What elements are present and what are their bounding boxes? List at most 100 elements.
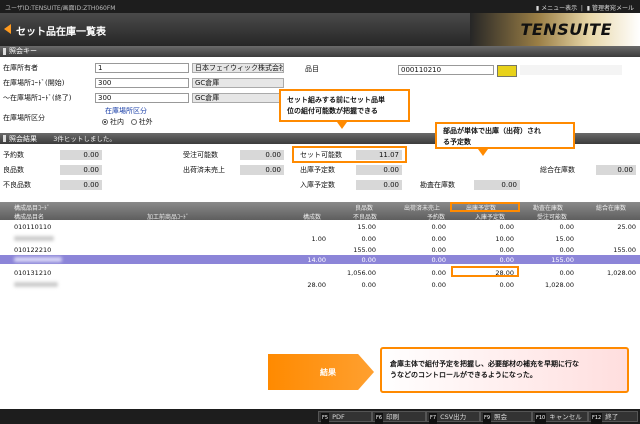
row3-juchu: 1,028.00 bbox=[545, 281, 574, 289]
pdf-label: PDF bbox=[332, 413, 345, 421]
loc-from-input[interactable]: 300 bbox=[95, 78, 189, 88]
callout-parts-line2: る予定数 bbox=[443, 138, 471, 146]
item-code-input[interactable]: 000110210 bbox=[398, 65, 494, 75]
result-arrow: 結果 bbox=[268, 354, 374, 390]
row3-nyuko: 0.00 bbox=[499, 281, 514, 289]
loc-to-input[interactable]: 300 bbox=[95, 93, 189, 103]
col-ryohin: 良品数 bbox=[355, 205, 374, 212]
row1-code: 010110110 bbox=[14, 223, 52, 231]
row3-name-blurred bbox=[14, 282, 58, 287]
section-icon bbox=[3, 135, 6, 142]
col-furyo: 不良品数 bbox=[353, 214, 378, 221]
back-arrow-icon[interactable] bbox=[4, 24, 11, 34]
result-section-title: 照会結果 bbox=[9, 135, 37, 143]
callout-parts: 部品が単体で出庫（出荷）され る予定数 bbox=[435, 122, 575, 149]
callout-set-line2: 位の組付可能数が把握できる bbox=[287, 107, 378, 115]
kando-value: 0.00 bbox=[474, 180, 520, 190]
row1-shukka: 0.00 bbox=[431, 223, 446, 231]
print-button[interactable]: F6 印刷 bbox=[372, 411, 426, 424]
mail-link[interactable]: 管理者宛メール bbox=[592, 5, 634, 12]
col-kando: 勘査在庫数 bbox=[533, 205, 564, 212]
row3-shukka: 0.00 bbox=[431, 269, 446, 277]
col-shukka: 出荷済未売上 bbox=[404, 205, 441, 212]
col-kousei: 構成数 bbox=[303, 214, 322, 221]
exit-button[interactable]: F12 終了 bbox=[588, 411, 638, 424]
col-code: 構成品目ｺｰﾄﾞ bbox=[14, 205, 51, 212]
csv-label: CSV出力 bbox=[440, 413, 467, 421]
result-line1: 倉庫主体で組付予定を把握し、必要部材の補充を早期に行な bbox=[390, 360, 579, 368]
row2-furyo: 0.00 bbox=[361, 256, 376, 264]
owner-code-input[interactable]: 1 bbox=[95, 63, 189, 73]
page-title: セット品在庫一覧表 bbox=[16, 27, 106, 38]
row1-nyuko: 10.00 bbox=[495, 235, 514, 243]
row1-juchu: 15.00 bbox=[555, 235, 574, 243]
loc-from-label: 在庫場所ｺｰﾄﾞ(開始) bbox=[3, 79, 65, 87]
row3-yoyaku: 0.00 bbox=[431, 281, 446, 289]
cancel-label: キャンセル bbox=[549, 413, 582, 421]
search-button[interactable]: F9 照会 bbox=[480, 411, 532, 424]
section-icon bbox=[3, 48, 6, 55]
radio-in[interactable] bbox=[102, 119, 108, 125]
row2-kousei: 14.00 bbox=[307, 256, 326, 264]
exit-label: 終了 bbox=[605, 413, 619, 421]
item-label: 品目 bbox=[305, 65, 319, 73]
row2-name-blurred bbox=[14, 257, 62, 262]
row2-juchu: 155.00 bbox=[551, 256, 574, 264]
row2-sogo: 155.00 bbox=[613, 246, 636, 254]
f7-key-badge: F7 bbox=[429, 413, 438, 424]
callout-set-arrow-icon bbox=[337, 122, 347, 129]
callout-set: セット組みする前にセット品単 位の組付可能数が把握できる bbox=[279, 89, 410, 122]
col-name: 構成品目名 bbox=[14, 214, 45, 221]
row3-sogo: 1,028.00 bbox=[607, 269, 636, 277]
ryohin-label: 良品数 bbox=[3, 166, 24, 174]
top-bar: ユーザID:TENSUITE/画面ID:ZTH060FM ▮ メニュー表示 | … bbox=[0, 0, 640, 13]
shuko-label: 出庫予定数 bbox=[300, 166, 335, 174]
row2-nyuko: 0.00 bbox=[499, 256, 514, 264]
shuko-header-highlight bbox=[450, 202, 520, 212]
item-search-icon[interactable] bbox=[497, 65, 517, 77]
row3-kousei: 28.00 bbox=[307, 281, 326, 289]
row2-kando: 0.00 bbox=[559, 246, 574, 254]
logo-text: TENSUITE bbox=[520, 20, 612, 39]
callout-set-line1: セット組みする前にセット品単 bbox=[287, 96, 385, 104]
topbar-links: ▮ メニュー表示 | ▮ 管理者宛メール bbox=[535, 5, 634, 12]
loc-to-label: 〜在庫場所ｺｰﾄﾞ(終了) bbox=[3, 94, 72, 102]
radio-out[interactable] bbox=[130, 119, 137, 125]
shuko-value: 0.00 bbox=[356, 165, 402, 175]
row1-name-blurred bbox=[14, 236, 54, 241]
radio-in-label: 社内 bbox=[110, 118, 124, 126]
row3-furyo: 0.00 bbox=[361, 281, 376, 289]
row1-furyo: 0.00 bbox=[361, 235, 376, 243]
callout-parts-line1: 部品が単体で出庫（出荷）され bbox=[443, 127, 541, 135]
row2-ryohin: 155.00 bbox=[353, 246, 376, 254]
f10-key-badge: F10 bbox=[535, 413, 547, 424]
col-yoyaku: 予約数 bbox=[427, 214, 446, 221]
search-section-title: 照会キー bbox=[9, 47, 37, 55]
row1-kousei: 1.00 bbox=[311, 235, 326, 243]
function-key-bar: F5 PDF F6 印刷 F7 CSV出力 F9 照会 F10 キャンセル F12 終了 bbox=[0, 409, 640, 424]
shukka-label: 出荷済未売上 bbox=[183, 166, 225, 174]
result-box: 倉庫主体で組付予定を把握し、必要部材の補充を早期に行な うなどのコントロールがで… bbox=[380, 347, 629, 393]
loc-type-label: 在庫場所区分 bbox=[3, 114, 45, 122]
user-info: ユーザID:TENSUITE/画面ID:ZTH060FM bbox=[5, 5, 116, 12]
yoyaku-value: 0.00 bbox=[60, 150, 102, 160]
col-juchu: 受注可能数 bbox=[537, 214, 568, 221]
set-label: セット可能数 bbox=[300, 151, 342, 159]
row3-ryohin: 1,056.00 bbox=[347, 269, 376, 277]
juchu-label: 受注可能数 bbox=[183, 151, 218, 159]
print-label: 印刷 bbox=[386, 413, 400, 421]
radio-out-label: 社外 bbox=[138, 118, 153, 126]
result-label: 結果 bbox=[320, 368, 336, 377]
cancel-button[interactable]: F10 キャンセル bbox=[532, 411, 588, 424]
pdf-button[interactable]: F5 PDF bbox=[318, 411, 372, 424]
juchu-value: 0.00 bbox=[240, 150, 284, 160]
shukka-value: 0.00 bbox=[240, 165, 284, 175]
ryohin-value: 0.00 bbox=[60, 165, 102, 175]
csv-button[interactable]: F7 CSV出力 bbox=[426, 411, 480, 424]
f12-key-badge: F12 bbox=[591, 413, 603, 424]
mail-icon: ▮ bbox=[586, 5, 591, 12]
f5-key-badge: F5 bbox=[321, 413, 330, 424]
loc-from-name: GC倉庫 bbox=[192, 78, 284, 88]
row2-shukka: 0.00 bbox=[431, 246, 446, 254]
menu-link[interactable]: メニュー表示 bbox=[541, 5, 577, 12]
